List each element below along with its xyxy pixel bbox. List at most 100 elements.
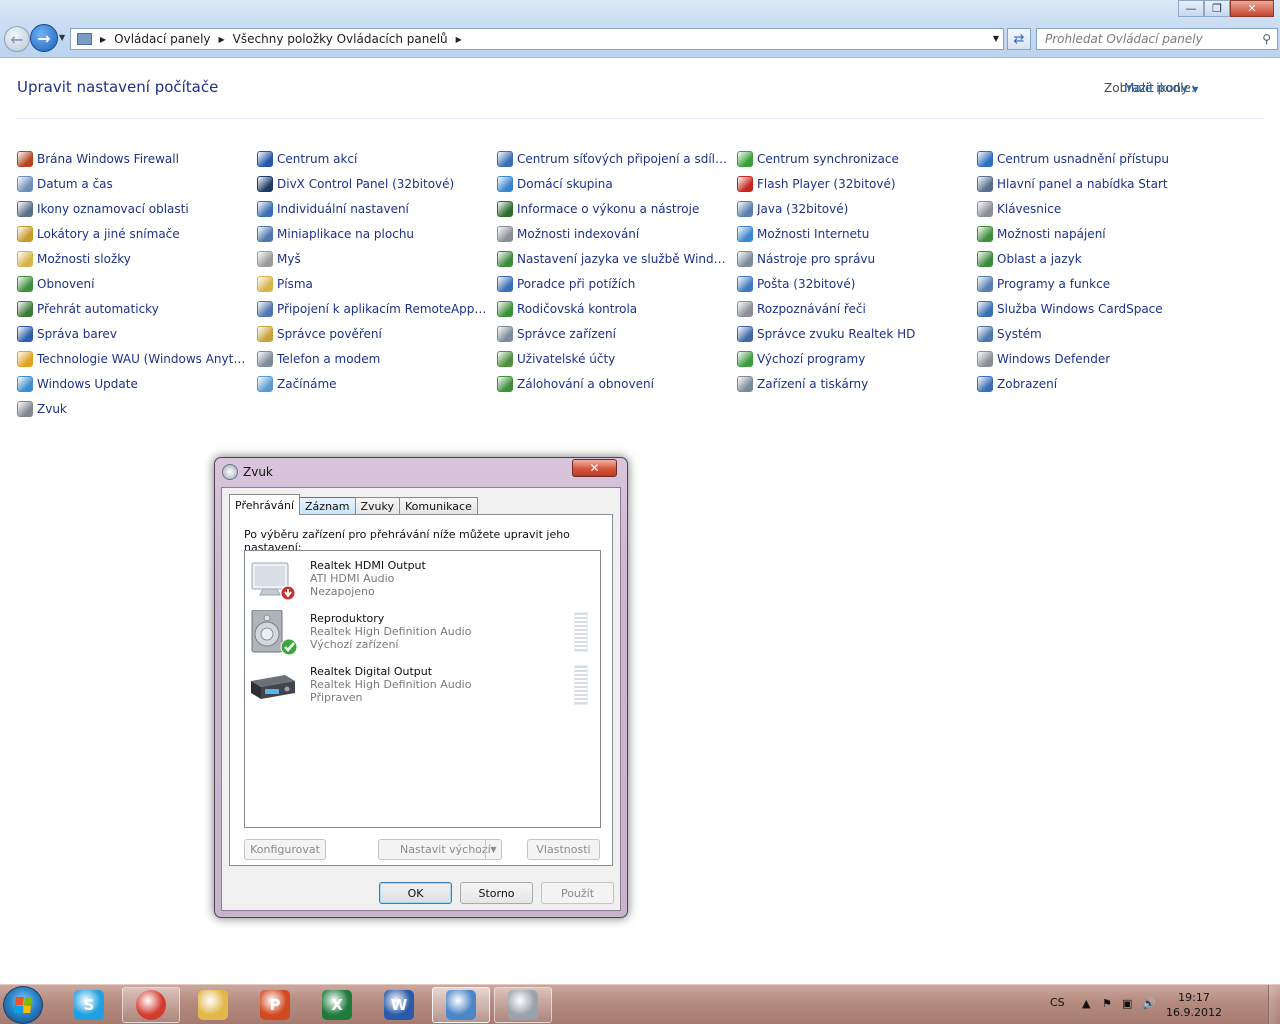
breadcrumb-separator-icon[interactable]: ▶	[219, 35, 225, 44]
tab-sounds[interactable]: Zvuky	[354, 497, 401, 515]
breadcrumb-control-panel[interactable]: Ovládací panely	[114, 32, 210, 46]
list-item[interactable]: Možnosti napájení	[977, 221, 1207, 246]
list-item[interactable]: Poradce při potížích	[497, 271, 727, 296]
address-bar[interactable]: ▶ Ovládací panely ▶ Všechny položky Ovlá…	[70, 28, 1004, 50]
item-label[interactable]: Možnosti indexování	[517, 227, 639, 241]
item-label[interactable]: Brána Windows Firewall	[37, 152, 179, 166]
item-label[interactable]: Nastavení jazyka ve službě Windows ...	[517, 252, 727, 266]
list-item[interactable]: Možnosti Internetu	[737, 221, 967, 246]
show-hidden-icons-icon[interactable]: ▲	[1082, 997, 1090, 1010]
item-label[interactable]: DivX Control Panel (32bitové)	[277, 177, 454, 191]
list-item[interactable]: Datum a čas	[17, 171, 247, 196]
list-item[interactable]: Nástroje pro správu	[737, 246, 967, 271]
item-label[interactable]: Domácí skupina	[517, 177, 613, 191]
dialog-close-button[interactable]: ✕	[572, 459, 617, 477]
item-label[interactable]: Windows Defender	[997, 352, 1110, 366]
tab-communications[interactable]: Komunikace	[399, 497, 478, 515]
item-label[interactable]: Ikony oznamovací oblasti	[37, 202, 189, 216]
item-label[interactable]: Správce zařízení	[517, 327, 616, 341]
action-center-flag-icon[interactable]: ⚑	[1102, 997, 1112, 1010]
configure-button[interactable]: Konfigurovat	[244, 839, 326, 860]
item-label[interactable]: Technologie WAU (Windows Anytim...	[37, 352, 247, 366]
item-label[interactable]: Obnovení	[37, 277, 94, 291]
list-item[interactable]: Uživatelské účty	[497, 346, 727, 371]
item-label[interactable]: Rozpoznávání řeči	[757, 302, 866, 316]
list-item[interactable]: Systém	[977, 321, 1207, 346]
item-label[interactable]: Java (32bitové)	[757, 202, 848, 216]
item-label[interactable]: Správce pověření	[277, 327, 382, 341]
list-item[interactable]: Správa barev	[17, 321, 247, 346]
item-label[interactable]: Zálohování a obnovení	[517, 377, 654, 391]
item-label[interactable]: Systém	[997, 327, 1042, 341]
chevron-down-icon[interactable]: ▼	[1192, 85, 1198, 94]
network-icon[interactable]: ▣	[1122, 997, 1132, 1010]
list-item[interactable]: Informace o výkonu a nástroje	[497, 196, 727, 221]
tab-playback[interactable]: Přehrávání	[229, 494, 301, 515]
list-item[interactable]: Pošta (32bitové)	[737, 271, 967, 296]
breadcrumb-separator-icon[interactable]: ▶	[100, 35, 106, 44]
device-list[interactable]: Realtek HDMI Output ATI HDMI Audio Nezap…	[244, 550, 601, 828]
item-label[interactable]: Zobrazení	[997, 377, 1057, 391]
list-item[interactable]: Přehrát automaticky	[17, 296, 247, 321]
list-item[interactable]: Oblast a jazyk	[977, 246, 1207, 271]
item-label[interactable]: Uživatelské účty	[517, 352, 615, 366]
apply-button[interactable]: Použít	[541, 882, 614, 904]
item-label[interactable]: Pošta (32bitové)	[757, 277, 855, 291]
item-label[interactable]: Možnosti napájení	[997, 227, 1106, 241]
taskbar-button[interactable]: W	[370, 987, 428, 1023]
list-item[interactable]: Reproduktory Realtek High Definition Aud…	[249, 609, 594, 660]
list-item[interactable]: Začínáme	[257, 371, 487, 396]
item-label[interactable]: Telefon a modem	[277, 352, 380, 366]
list-item[interactable]: Správce pověření	[257, 321, 487, 346]
item-label[interactable]: Přehrát automaticky	[37, 302, 159, 316]
list-item[interactable]: Správce zařízení	[497, 321, 727, 346]
list-item[interactable]: Realtek HDMI Output ATI HDMI Audio Nezap…	[249, 557, 594, 607]
list-item[interactable]: Windows Defender	[977, 346, 1207, 371]
breadcrumb-all-items[interactable]: Všechny položky Ovládacích panelů	[233, 32, 448, 46]
refresh-button[interactable]: ⇄	[1007, 28, 1031, 50]
item-label[interactable]: Začínáme	[277, 377, 337, 391]
item-label[interactable]: Myš	[277, 252, 301, 266]
list-item[interactable]: DivX Control Panel (32bitové)	[257, 171, 487, 196]
item-label[interactable]: Správce zvuku Realtek HD	[757, 327, 915, 341]
item-label[interactable]: Hlavní panel a nabídka Start	[997, 177, 1168, 191]
tab-recording[interactable]: Záznam	[299, 497, 356, 515]
list-item[interactable]: Java (32bitové)	[737, 196, 967, 221]
list-item[interactable]: Technologie WAU (Windows Anytim...	[17, 346, 247, 371]
ok-button[interactable]: OK	[379, 882, 452, 904]
list-item[interactable]: Realtek Digital Output Realtek High Defi…	[249, 663, 594, 713]
item-label[interactable]: Lokátory a jiné snímače	[37, 227, 180, 241]
start-button[interactable]	[3, 986, 43, 1024]
item-label[interactable]: Individuální nastavení	[277, 202, 409, 216]
item-label[interactable]: Programy a funkce	[997, 277, 1110, 291]
item-label[interactable]: Rodičovská kontrola	[517, 302, 637, 316]
list-item[interactable]: Brána Windows Firewall	[17, 146, 247, 171]
list-item[interactable]: Individuální nastavení	[257, 196, 487, 221]
address-dropdown-icon[interactable]: ▼	[993, 34, 999, 43]
list-item[interactable]: Zvuk	[17, 396, 247, 421]
list-item[interactable]: Centrum usnadnění přístupu	[977, 146, 1207, 171]
taskbar-button[interactable]	[184, 987, 242, 1023]
list-item[interactable]: Domácí skupina	[497, 171, 727, 196]
cancel-button[interactable]: Storno	[460, 882, 533, 904]
properties-button[interactable]: Vlastnosti	[527, 839, 600, 860]
list-item[interactable]: Centrum síťových připojení a sdílení	[497, 146, 727, 171]
taskbar-button[interactable]: X	[308, 987, 366, 1023]
list-item[interactable]: Telefon a modem	[257, 346, 487, 371]
item-label[interactable]: Oblast a jazyk	[997, 252, 1082, 266]
list-item[interactable]: Rodičovská kontrola	[497, 296, 727, 321]
item-label[interactable]: Miniaplikace na plochu	[277, 227, 414, 241]
minimize-button[interactable]: —	[1178, 0, 1204, 17]
list-item[interactable]: Správce zvuku Realtek HD	[737, 321, 967, 346]
clock[interactable]: 19:17 16.9.2012	[1166, 990, 1222, 1020]
item-label[interactable]: Centrum síťových připojení a sdílení	[517, 152, 727, 166]
item-label[interactable]: Poradce při potížích	[517, 277, 635, 291]
close-button[interactable]: ✕	[1230, 0, 1274, 17]
item-label[interactable]: Možnosti Internetu	[757, 227, 869, 241]
item-label[interactable]: Windows Update	[37, 377, 138, 391]
list-item[interactable]: Miniaplikace na plochu	[257, 221, 487, 246]
forward-button[interactable]: →	[30, 24, 58, 52]
list-item[interactable]: Klávesnice	[977, 196, 1207, 221]
back-button[interactable]: ←	[4, 26, 30, 52]
item-label[interactable]: Centrum synchronizace	[757, 152, 899, 166]
